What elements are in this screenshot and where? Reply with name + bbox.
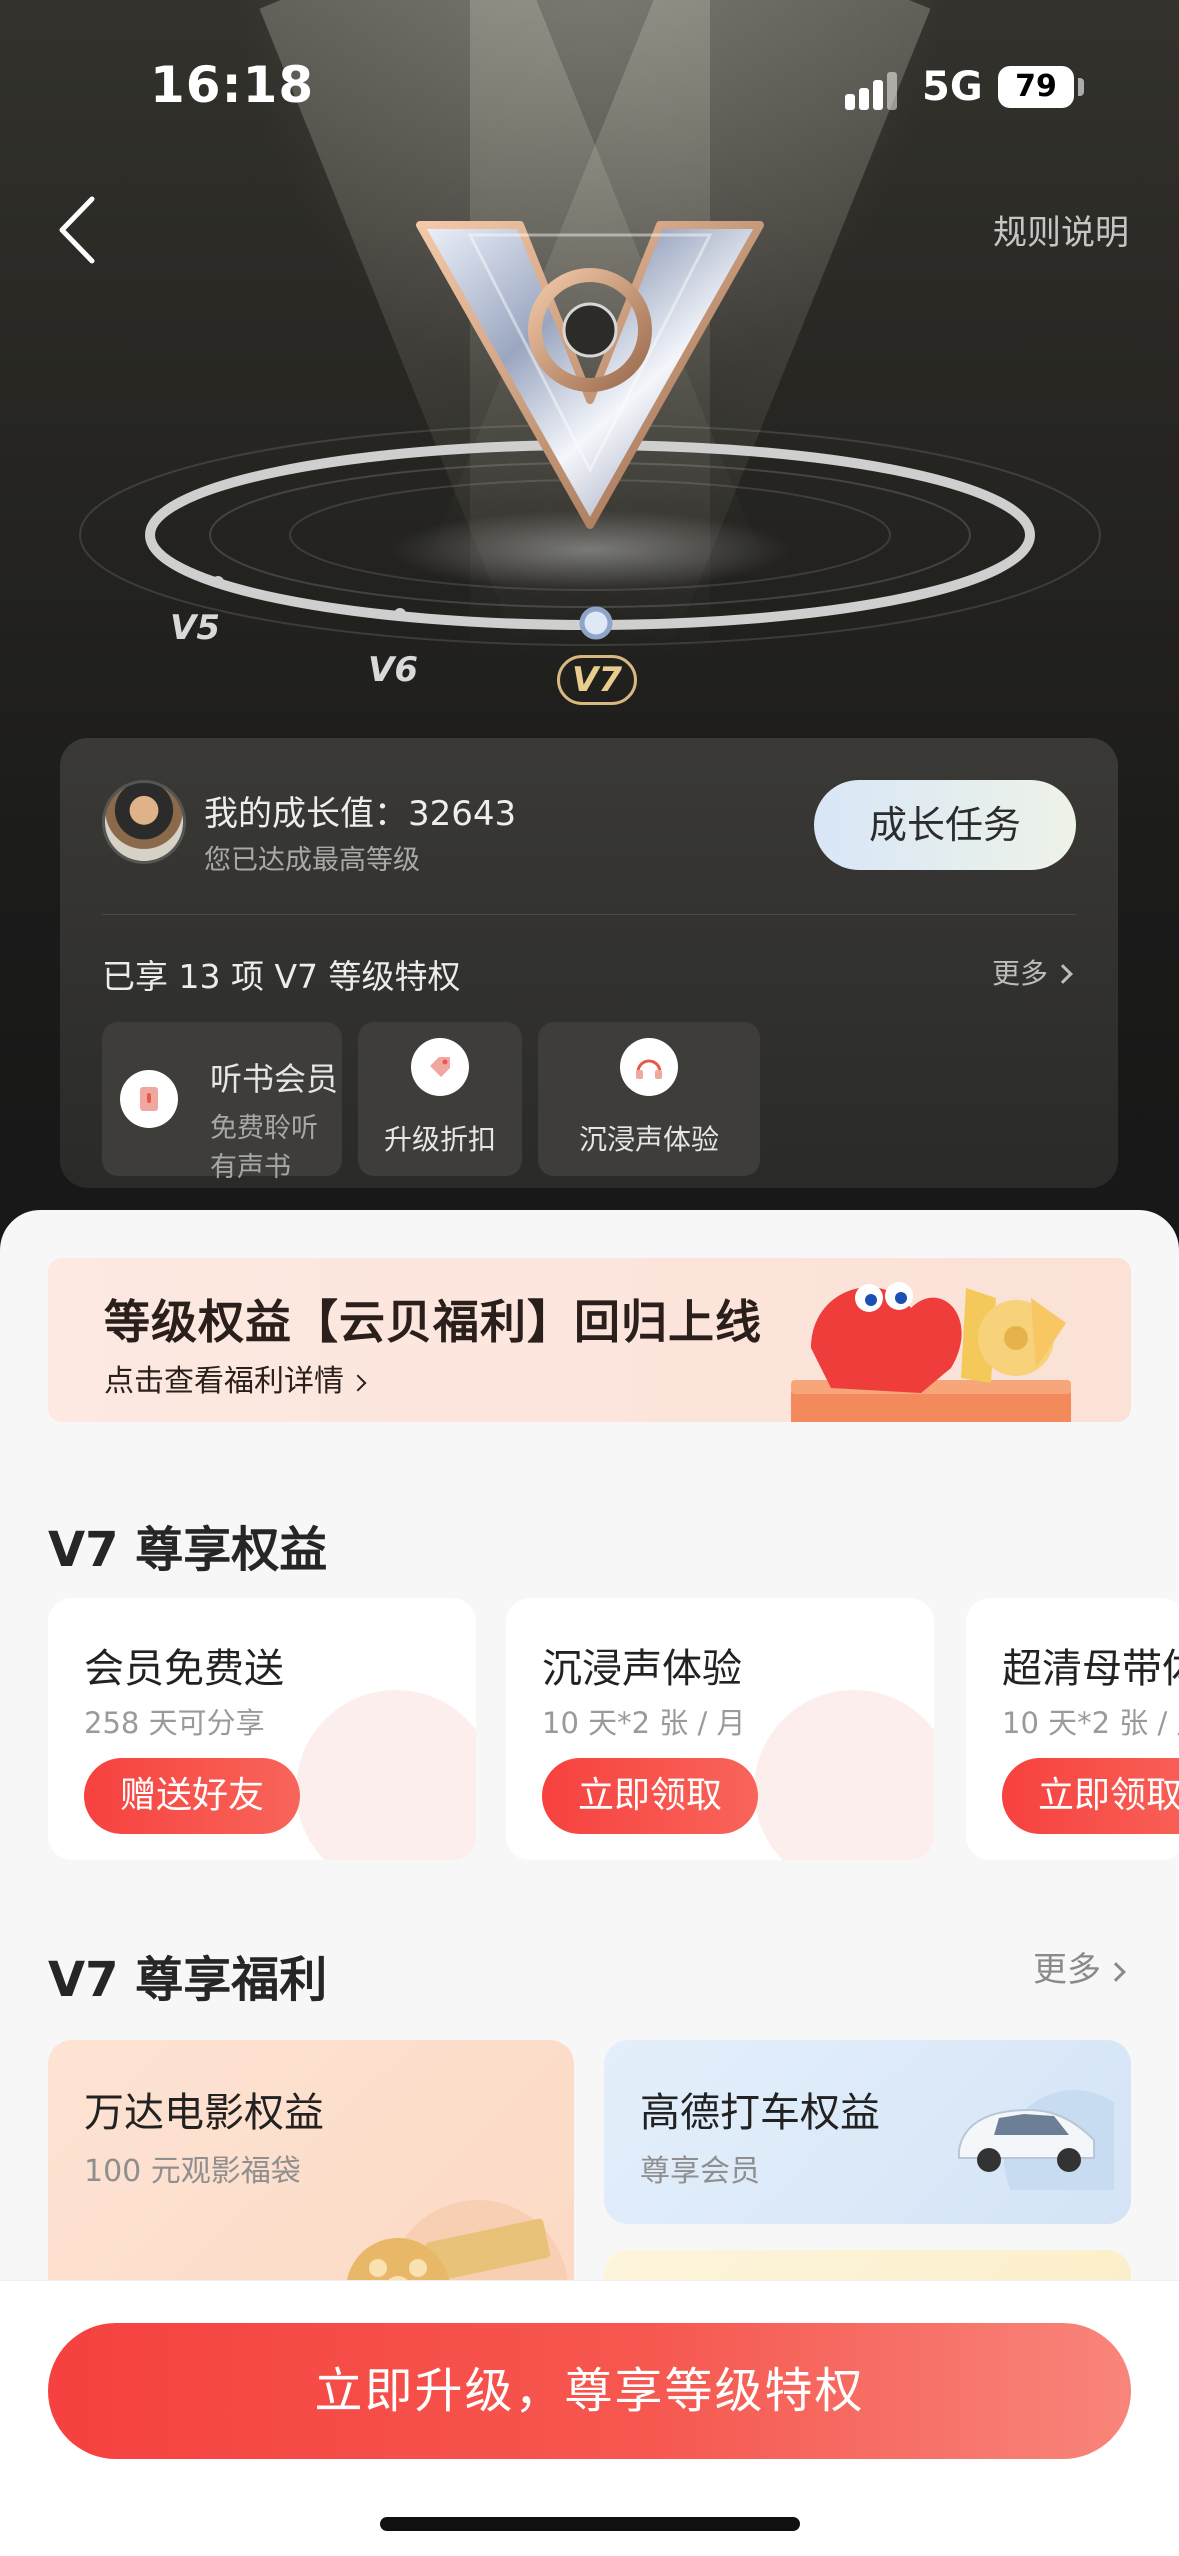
benefit-card-gift[interactable]: 会员免费送 258 天可分享 赠送好友 [48, 1598, 476, 1860]
growth-card: 我的成长值：32643 您已达成最高等级 成长任务 已享 13 项 V7 等级特… [60, 738, 1118, 1188]
home-indicator[interactable] [380, 2517, 800, 2531]
benefit-subtitle: 10 天*2 张 / 月 [1002, 1706, 1179, 1740]
banner-title: 等级权益【云贝福利】回归上线 [104, 1295, 762, 1349]
banner-subtitle: 点击查看福利详情 [104, 1356, 367, 1400]
privilege-tile-discount[interactable]: 升级折扣 [358, 1022, 522, 1176]
benefit-subtitle: 258 天可分享 [84, 1706, 265, 1740]
headphone-decoration [754, 1690, 934, 1860]
avatar[interactable] [102, 780, 186, 864]
benefit-card-immersive[interactable]: 沉浸声体验 10 天*2 张 / 月 立即领取 [506, 1598, 934, 1860]
benefit-title: 沉浸声体验 [542, 1646, 742, 1692]
bottom-bar: 立即升级，尊享等级特权 [0, 2280, 1179, 2556]
welfare-subtitle: 100 元观影福袋 [84, 2154, 301, 2189]
benefit-subtitle: 10 天*2 张 / 月 [542, 1706, 746, 1740]
chevron-right-icon [1053, 964, 1073, 984]
discount-tag-icon [411, 1038, 469, 1096]
battery-tip [1078, 78, 1084, 96]
privilege-tile-audiobook[interactable]: 听书会员 免费聆听有声书 [102, 1022, 342, 1183]
welfare-more-link[interactable]: 更多 [1033, 1942, 1126, 1991]
signal-icon [845, 70, 905, 110]
privilege-tile-name: 沉浸声体验 [578, 1123, 719, 1156]
welfare-card-amap[interactable]: 高德打车权益 尊享会员 [604, 2040, 1131, 2224]
privilege-more-link[interactable]: 更多 [991, 952, 1073, 992]
privilege-tile-name: 听书会员 [210, 1060, 339, 1098]
status-time: 16:18 [150, 56, 315, 114]
divider [102, 914, 1076, 915]
benefit-card-master[interactable]: 超清母带体验 10 天*2 张 / 月 立即领取 [966, 1598, 1179, 1860]
welfare-subtitle: 尊享会员 [640, 2154, 760, 2189]
growth-task-button[interactable]: 成长任务 [814, 780, 1076, 870]
level-header: 16:18 5G 79 规则说明 V5 V6 V7 我的成长值：32643 您已… [0, 0, 1179, 1260]
gift-friend-button[interactable]: 赠送好友 [84, 1758, 301, 1834]
privilege-tile-name: 升级折扣 [383, 1123, 496, 1156]
battery-icon: 79 [998, 66, 1074, 108]
upgrade-button[interactable]: 立即升级，尊享等级特权 [48, 2323, 1131, 2459]
status-bar: 16:18 5G 79 [0, 0, 1179, 160]
level-label-current: V7 [557, 655, 637, 705]
benefit-title: 会员免费送 [84, 1646, 284, 1692]
welfare-section-title: V7 尊享福利 [48, 1952, 328, 2008]
welfare-title: 万达电影权益 [84, 2090, 324, 2136]
chevron-right-icon [349, 1374, 367, 1392]
claim-button[interactable]: 立即领取 [542, 1758, 759, 1834]
network-label: 5G [922, 64, 983, 110]
benefits-section-title: V7 尊享权益 [48, 1522, 328, 1578]
gift-box-illustration [791, 1282, 1071, 1422]
claim-button[interactable]: 立即领取 [1002, 1758, 1179, 1834]
growth-status: 您已达成最高等级 [204, 845, 420, 876]
growth-value: 我的成长值：32643 [204, 794, 517, 834]
benefit-title: 超清母带体验 [1002, 1646, 1179, 1692]
privilege-tile-sub: 免费聆听有声书 [210, 1113, 318, 1183]
car-icon [958, 2090, 1114, 2190]
level-label-v5: V5 [170, 608, 220, 648]
privilege-count: 已享 13 项 V7 等级特权 [102, 957, 461, 996]
audiobook-icon [120, 1070, 178, 1128]
welfare-title: 高德打车权益 [640, 2090, 880, 2136]
chevron-right-icon [1106, 1962, 1126, 1982]
smiley-decoration [296, 1690, 476, 1860]
headphone-icon [620, 1038, 678, 1096]
privilege-tile-immersive[interactable]: 沉浸声体验 [538, 1022, 760, 1176]
more-label: 更多 [1033, 1950, 1101, 1990]
more-label: 更多 [991, 957, 1048, 990]
welfare-banner[interactable]: 等级权益【云贝福利】回归上线 点击查看福利详情 [48, 1258, 1131, 1422]
level-label-v6: V6 [368, 650, 418, 690]
